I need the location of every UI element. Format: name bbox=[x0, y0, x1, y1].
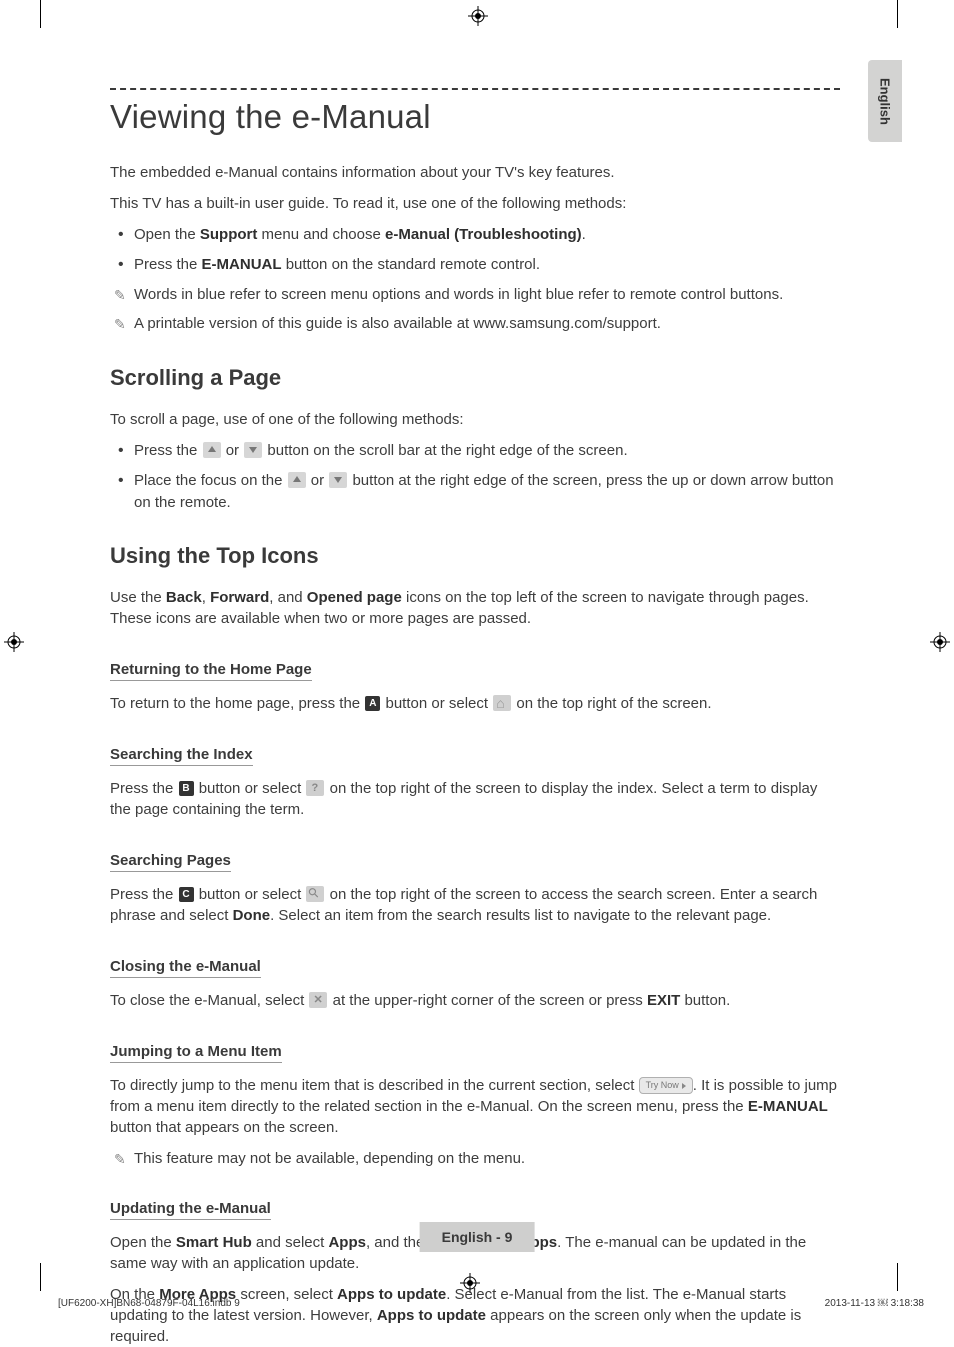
list-item: Press the or button on the scroll bar at… bbox=[114, 440, 840, 462]
list-item-note: This feature may not be available, depen… bbox=[114, 1148, 840, 1170]
b-button-icon: B bbox=[179, 781, 194, 796]
up-arrow-icon bbox=[203, 442, 221, 458]
list-item: Place the focus on the or button at the … bbox=[114, 470, 840, 514]
registration-mark-icon bbox=[4, 632, 24, 652]
list-item-note: A printable version of this guide is als… bbox=[114, 313, 840, 335]
note-list: This feature may not be available, depen… bbox=[114, 1148, 840, 1170]
close-icon bbox=[309, 992, 327, 1008]
paragraph: To scroll a page, use of one of the foll… bbox=[110, 409, 840, 430]
page: English Viewing the e-Manual The embedde… bbox=[56, 14, 898, 1274]
list-item: Open the Support menu and choose e-Manua… bbox=[114, 224, 840, 246]
crop-mark bbox=[40, 0, 41, 28]
subsection-heading: Returning to the Home Page bbox=[110, 661, 312, 681]
paragraph: To directly jump to the menu item that i… bbox=[110, 1075, 840, 1138]
paragraph: To return to the home page, press the A … bbox=[110, 693, 840, 714]
section-heading: Using the Top Icons bbox=[110, 543, 840, 569]
up-arrow-icon bbox=[288, 472, 306, 488]
list-item-note: Words in blue refer to screen menu optio… bbox=[114, 284, 840, 306]
subsection-heading: Updating the e-Manual bbox=[110, 1200, 271, 1220]
a-button-icon: A bbox=[365, 696, 380, 711]
list-item: Press the E-MANUAL button on the standar… bbox=[114, 254, 840, 276]
down-arrow-icon bbox=[244, 442, 262, 458]
intro-paragraph: The embedded e-Manual contains informati… bbox=[110, 162, 840, 183]
home-icon bbox=[493, 695, 511, 711]
print-slug-right: 2013-11-13 ￼ 3:18:38 bbox=[825, 1298, 924, 1309]
section-heading: Scrolling a Page bbox=[110, 365, 840, 391]
try-now-button-icon: Try Now bbox=[639, 1077, 693, 1094]
paragraph: Press the B button or select on the top … bbox=[110, 778, 840, 820]
subsection-heading: Jumping to a Menu Item bbox=[110, 1043, 282, 1063]
registration-mark-icon bbox=[930, 632, 950, 652]
down-arrow-icon bbox=[329, 472, 347, 488]
intro-list: Open the Support menu and choose e-Manua… bbox=[114, 224, 840, 335]
print-slug-left: [UF6200-XH]BN68-04879F-04L16.indb 9 bbox=[58, 1298, 240, 1309]
subsection-heading: Searching the Index bbox=[110, 746, 253, 766]
page-number-box: English - 9 bbox=[420, 1222, 535, 1252]
subsection-heading: Closing the e-Manual bbox=[110, 958, 261, 978]
subsection-heading: Searching Pages bbox=[110, 852, 231, 872]
content: Viewing the e-Manual The embedded e-Manu… bbox=[110, 88, 840, 1347]
title-rule bbox=[110, 88, 840, 90]
paragraph: On the More Apps screen, select Apps to … bbox=[110, 1284, 840, 1347]
scroll-list: Press the or button on the scroll bar at… bbox=[114, 440, 840, 513]
index-icon bbox=[306, 780, 324, 796]
page-title: Viewing the e-Manual bbox=[110, 98, 840, 136]
paragraph: Press the C button or select on the top … bbox=[110, 884, 840, 926]
language-tab-label: English bbox=[878, 78, 893, 125]
paragraph: Use the Back, Forward, and Opened page i… bbox=[110, 587, 840, 629]
paragraph: To close the e-Manual, select at the upp… bbox=[110, 990, 840, 1011]
language-tab: English bbox=[868, 60, 902, 142]
crop-mark bbox=[40, 1263, 41, 1291]
intro-paragraph: This TV has a built-in user guide. To re… bbox=[110, 193, 840, 214]
search-icon bbox=[306, 886, 324, 902]
c-button-icon: C bbox=[179, 887, 194, 902]
